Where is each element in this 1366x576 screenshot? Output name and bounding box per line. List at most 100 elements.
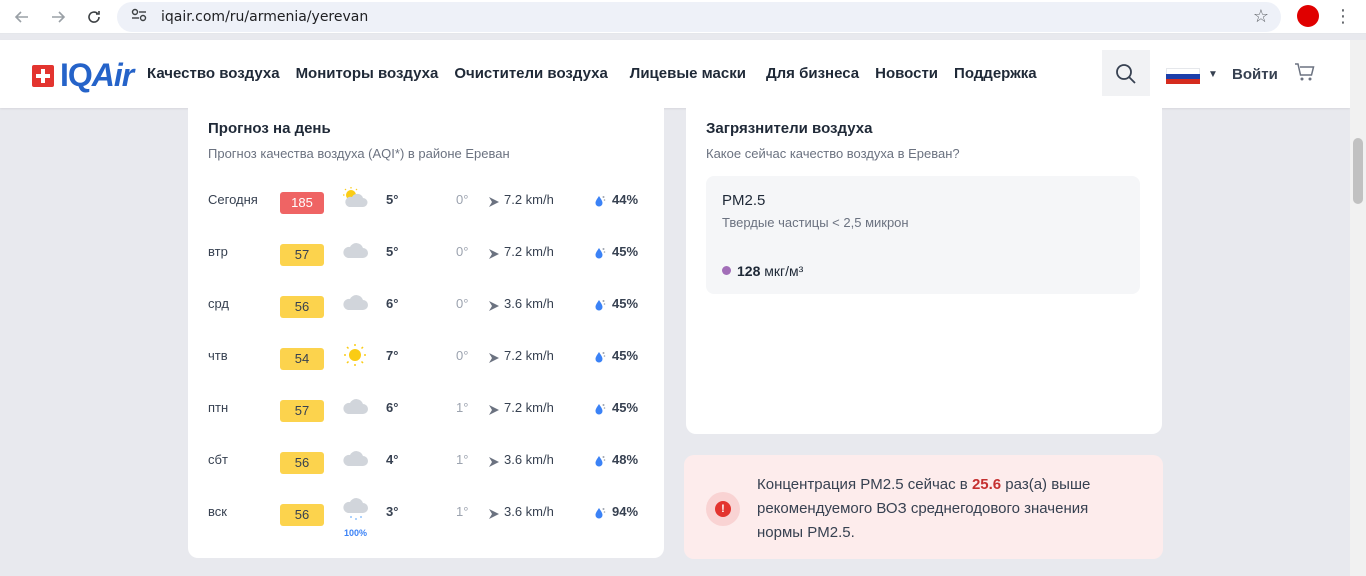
cloud-icon (340, 290, 370, 314)
nav-support[interactable]: Поддержка (954, 65, 1037, 82)
precipitation: 1° (456, 452, 469, 467)
browser-menu-icon[interactable]: ⋮ (1334, 6, 1352, 26)
forecast-row: срд 56 6° 0° 3.6 km/h 45% (188, 295, 664, 348)
precipitation: 0° (456, 244, 469, 259)
swiss-cross-icon (32, 64, 54, 87)
wind-direction-icon (488, 247, 500, 259)
precipitation: 1° (456, 400, 469, 415)
iqair-logo[interactable]: IQAir (32, 57, 134, 94)
profile-avatar[interactable] (1297, 5, 1319, 27)
wind-direction-icon (488, 299, 500, 311)
humidity-icon (592, 298, 606, 312)
aqi-badge: 185 (280, 192, 324, 214)
forecast-day: Сегодня (208, 192, 258, 207)
temperature: 3° (386, 504, 399, 519)
search-button[interactable] (1102, 50, 1150, 98)
cloud-icon (340, 446, 370, 470)
login-link[interactable]: Войти (1232, 66, 1278, 83)
wind-direction-icon (488, 195, 500, 207)
site-settings-icon[interactable] (131, 8, 147, 27)
humidity-icon (592, 194, 606, 208)
back-arrow-icon[interactable] (12, 7, 32, 27)
forecast-row: сбт 56 4° 1° 3.6 km/h 48% (188, 451, 664, 504)
wind-speed: 3.6 km/h (504, 504, 554, 519)
aqi-badge: 54 (280, 348, 324, 370)
humidity: 45% (612, 348, 639, 363)
humidity: 45% (612, 400, 639, 415)
humidity: 45% (612, 244, 639, 259)
scrollbar-thumb[interactable] (1353, 138, 1363, 204)
humidity-icon (592, 454, 606, 468)
daily-forecast-card: Прогноз на день Прогноз качества воздуха… (188, 96, 664, 558)
bookmark-star-icon[interactable]: ☆ (1253, 6, 1269, 27)
forecast-day: чтв (208, 348, 228, 363)
temperature: 6° (386, 400, 399, 415)
who-alert-card: ! Концентрация PM2.5 сейчас в 25.6 раз(а… (684, 455, 1163, 559)
forecast-title: Прогноз на день (208, 120, 331, 137)
wind-direction-icon (488, 507, 500, 519)
forecast-row: вск 56 100% 3° 1° 3.6 km/h 94% (188, 498, 664, 556)
forecast-day: срд (208, 296, 230, 311)
snow-cloud-icon (340, 498, 370, 522)
forward-arrow-icon[interactable] (48, 7, 68, 27)
aqi-badge: 57 (280, 244, 324, 266)
language-caret-icon[interactable]: ▼ (1208, 69, 1218, 80)
sun-icon (340, 342, 370, 366)
nav-news[interactable]: Новости (875, 65, 938, 82)
humidity: 45% (612, 296, 639, 311)
forecast-row: втр 57 5° 0° 7.2 km/h 45% (188, 243, 664, 296)
cloud-icon (340, 394, 370, 418)
wind-speed: 3.6 km/h (504, 452, 554, 467)
temperature: 7° (386, 348, 399, 363)
pm25-description: Твердые частицы < 2,5 микрон (722, 215, 909, 230)
nav-air-purifiers[interactable]: Очистители воздуха (454, 65, 607, 82)
humidity-icon (592, 506, 606, 520)
aqi-badge: 56 (280, 504, 324, 526)
wind-speed: 7.2 km/h (504, 400, 554, 415)
forecast-row: Сегодня 185 5° 0° 7.2 km/h 44% (188, 187, 664, 244)
alert-exclamation-icon: ! (715, 501, 731, 517)
wind-speed: 7.2 km/h (504, 348, 554, 363)
forecast-day: сбт (208, 452, 228, 467)
url-text: iqair.com/ru/armenia/yerevan (161, 9, 369, 25)
nav-air-quality[interactable]: Качество воздуха (147, 65, 280, 82)
pollutants-title: Загрязнители воздуха (706, 120, 873, 137)
precipitation: 1° (456, 504, 469, 519)
temperature: 5° (386, 244, 399, 259)
forecast-subtitle: Прогноз качества воздуха (AQI*) в районе… (208, 146, 510, 161)
temperature: 5° (386, 192, 399, 207)
alert-text: Концентрация PM2.5 сейчас в 25.6 раз(а) … (757, 476, 1091, 541)
address-bar[interactable]: iqair.com/ru/armenia/yerevan ☆ (117, 2, 1281, 32)
nav-business[interactable]: Для бизнеса (766, 65, 859, 82)
wind-direction-icon (488, 351, 500, 363)
nav-air-monitors[interactable]: Мониторы воздуха (296, 65, 439, 82)
humidity: 94% (612, 504, 639, 519)
main-nav: Качество воздуха Мониторы воздуха Очисти… (147, 65, 1053, 82)
wind-speed: 7.2 km/h (504, 192, 554, 207)
precipitation: 0° (456, 192, 469, 207)
forecast-day: втр (208, 244, 228, 259)
humidity-icon (592, 246, 606, 260)
precipitation: 0° (456, 296, 469, 311)
russia-flag-icon[interactable] (1166, 68, 1200, 84)
pm25-box[interactable]: PM2.5 Твердые частицы < 2,5 микрон 128 м… (706, 176, 1140, 294)
partly-sunny-icon (340, 186, 370, 210)
humidity: 44% (612, 192, 639, 207)
temperature: 4° (386, 452, 399, 467)
forecast-day: птн (208, 400, 229, 415)
pm25-name: PM2.5 (722, 192, 766, 209)
pm25-value: 128 мкг/м³ (737, 263, 804, 279)
aqi-badge: 57 (280, 400, 324, 422)
pm25-level-dot (722, 266, 731, 275)
wind-direction-icon (488, 403, 500, 415)
aqi-badge: 56 (280, 452, 324, 474)
reload-icon[interactable] (84, 7, 104, 27)
cart-icon[interactable] (1294, 62, 1316, 87)
cloud-icon (340, 238, 370, 262)
wind-direction-icon (488, 455, 500, 467)
page-scrollbar[interactable] (1350, 40, 1366, 576)
humidity-icon (592, 402, 606, 416)
nav-face-masks[interactable]: Лицевые маски (630, 65, 746, 82)
alert-icon-wrap: ! (706, 492, 740, 526)
pollutants-subtitle: Какое сейчас качество воздуха в Ереван? (706, 146, 960, 161)
